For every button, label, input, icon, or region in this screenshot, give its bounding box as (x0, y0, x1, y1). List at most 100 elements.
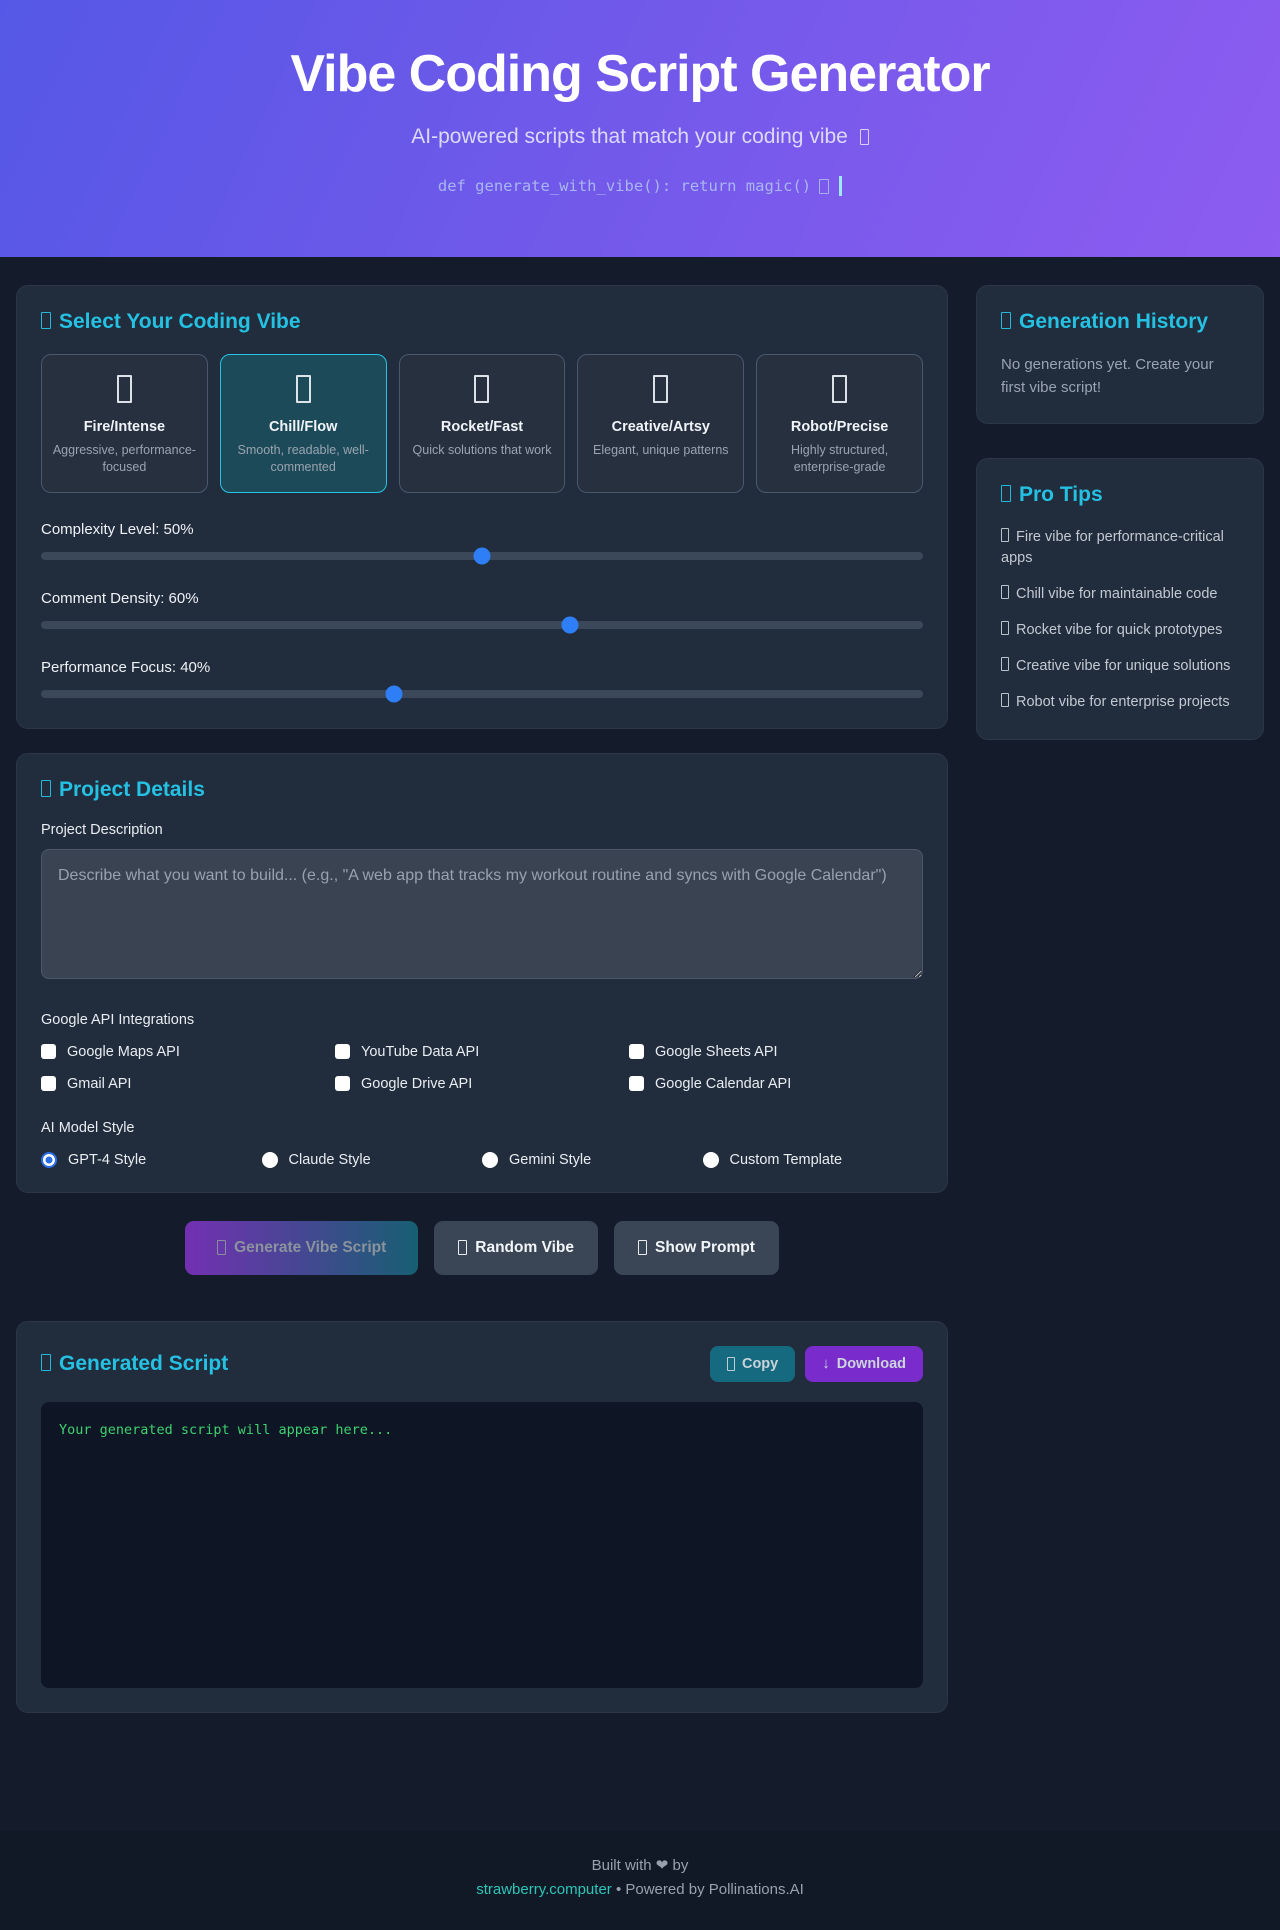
vibe-card-name: Robot/Precise (790, 419, 889, 435)
chill-emoji-icon (1001, 585, 1009, 600)
comment-density-slider-group: Comment Density: 60% (41, 589, 923, 634)
show-prompt-button[interactable]: Show Prompt (614, 1220, 779, 1275)
vibe-card-desc: Highly structured, enterprise-grade (790, 443, 889, 474)
vibe-card-robot[interactable]: Robot/Precise Highly structured, enterpr… (756, 354, 923, 493)
page-footer: Built with ❤ by strawberry.computer • Po… (0, 1830, 1280, 1930)
checkbox-box[interactable] (335, 1076, 350, 1092)
radio-claude-style[interactable]: Claude Style (261, 1151, 483, 1168)
sparkles-emoji-icon (819, 178, 830, 194)
music-note-emoji-icon (217, 1240, 227, 1256)
checkbox-google-maps-api[interactable]: Google Maps API (41, 1044, 335, 1060)
model-style-label: AI Model Style (41, 1119, 135, 1136)
tip-item-creative: Creative vibe for unique solutions (1001, 656, 1239, 677)
music-note-emoji-icon (859, 129, 869, 145)
checkbox-google-calendar-api[interactable]: Google Calendar API (629, 1076, 923, 1092)
checkbox-gmail-api[interactable]: Gmail API (41, 1076, 335, 1092)
radio-circle[interactable] (41, 1151, 57, 1168)
hero-header: Vibe Coding Script Generator AI-powered … (0, 0, 1280, 257)
tip-item-chill: Chill vibe for maintainable code (1001, 584, 1239, 605)
fire-emoji-icon (1001, 528, 1009, 542)
complexity-slider-group: Complexity Level: 50% (41, 521, 923, 565)
project-section-title: Project Details (41, 778, 923, 802)
comment-density-slider[interactable] (41, 616, 923, 634)
history-empty-text: No generations yet. Create your first vi… (1001, 356, 1214, 396)
complexity-slider[interactable] (41, 547, 923, 565)
copy-button[interactable]: Copy (709, 1345, 796, 1382)
scroll-emoji-icon (41, 1353, 51, 1371)
output-section-title: Generated Script (41, 1352, 228, 1376)
radio-label: Claude Style (288, 1151, 371, 1168)
vibe-card-fire[interactable]: Fire/Intense Aggressive, performance-foc… (41, 354, 208, 493)
checkbox-label: Google Drive API (361, 1075, 473, 1092)
generated-script-output[interactable]: Your generated script will appear here..… (41, 1401, 923, 1688)
vibe-card-creative[interactable]: Creative/Artsy Elegant, unique patterns (577, 354, 745, 493)
project-description-input[interactable] (41, 848, 923, 979)
model-style-grid: GPT-4 Style Claude Style Gemini Style Cu… (41, 1151, 924, 1168)
complexity-slider-thumb[interactable] (473, 547, 491, 565)
dice-emoji-icon (458, 1240, 468, 1256)
page-subtitle: AI-powered scripts that match your codin… (0, 125, 1280, 149)
performance-focus-slider[interactable] (41, 685, 923, 703)
checkbox-google-drive-api[interactable]: Google Drive API (335, 1076, 629, 1092)
tip-item-rocket: Rocket vibe for quick prototypes (1001, 620, 1239, 641)
checkbox-box[interactable] (335, 1044, 350, 1060)
radio-label: Custom Template (729, 1151, 843, 1168)
vibe-card-rocket[interactable]: Rocket/Fast Quick solutions that work (398, 354, 566, 493)
checkbox-box[interactable] (41, 1044, 56, 1060)
checkbox-google-sheets-api[interactable]: Google Sheets API (629, 1044, 923, 1060)
clock-emoji-icon (1001, 312, 1011, 329)
generate-vibe-script-button[interactable]: Generate Vibe Script (185, 1220, 419, 1275)
blinking-cursor (839, 176, 843, 196)
vibe-card-desc: Aggressive, performance-focused (52, 443, 196, 474)
chill-emoji-icon (295, 375, 311, 403)
radio-custom-template[interactable]: Custom Template (702, 1151, 924, 1168)
main-column: Select Your Coding Vibe Fire/Intense Agg… (16, 285, 948, 1713)
radio-circle[interactable] (702, 1151, 719, 1168)
generated-script-panel: Generated Script Copy ↓ Download Your ge… (16, 1320, 948, 1713)
palette-emoji-icon (653, 375, 669, 403)
robot-emoji-icon (832, 375, 848, 403)
radio-label: GPT-4 Style (68, 1151, 147, 1168)
tips-list: Fire vibe for performance-critical apps … (1001, 527, 1239, 713)
checkbox-box[interactable] (41, 1076, 56, 1092)
radio-gemini-style[interactable]: Gemini Style (482, 1151, 703, 1168)
vibe-card-desc: Elegant, unique patterns (593, 443, 729, 457)
random-vibe-button[interactable]: Random Vibe (434, 1220, 599, 1275)
performance-focus-slider-thumb[interactable] (385, 685, 403, 703)
radio-circle[interactable] (482, 1151, 498, 1168)
heart-icon: ❤ (655, 1856, 669, 1874)
checkbox-label: YouTube Data API (361, 1043, 480, 1060)
radio-gpt4-style[interactable]: GPT-4 Style (41, 1151, 262, 1168)
radio-circle[interactable] (261, 1151, 278, 1168)
vibe-card-desc: Smooth, readable, well-commented (237, 443, 369, 474)
checkbox-box[interactable] (629, 1076, 644, 1092)
vibe-selector-panel: Select Your Coding Vibe Fire/Intense Agg… (16, 285, 948, 729)
comment-density-slider-label: Comment Density: 60% (41, 589, 199, 607)
project-details-panel: Project Details Project Description Goog… (16, 752, 948, 1193)
history-title: Generation History (1001, 310, 1239, 334)
action-button-row: Generate Vibe Script Random Vibe Show Pr… (16, 1220, 948, 1275)
footer-powered-by: • Powered by Pollinations.AI (615, 1880, 804, 1898)
bulb-emoji-icon (1001, 485, 1011, 502)
pro-tips-panel: Pro Tips Fire vibe for performance-criti… (976, 458, 1264, 741)
checkbox-label: Google Calendar API (655, 1075, 792, 1092)
robot-emoji-icon (1001, 693, 1009, 708)
performance-focus-slider-group: Performance Focus: 40% (41, 658, 923, 703)
comment-density-slider-thumb[interactable] (561, 616, 579, 634)
footer-built-with: Built with ❤ by (591, 1856, 689, 1874)
vibe-card-name: Fire/Intense (83, 419, 166, 435)
checkbox-label: Gmail API (67, 1075, 132, 1092)
checkbox-youtube-data-api[interactable]: YouTube Data API (335, 1044, 629, 1060)
pro-tips-title: Pro Tips (1001, 483, 1239, 507)
download-button[interactable]: ↓ Download (805, 1345, 923, 1382)
vibe-card-chill[interactable]: Chill/Flow Smooth, readable, well-commen… (219, 354, 387, 493)
vibe-card-grid: Fire/Intense Aggressive, performance-foc… (41, 354, 923, 493)
radio-label: Gemini Style (509, 1151, 592, 1168)
eye-emoji-icon (638, 1240, 648, 1256)
tip-item-fire: Fire vibe for performance-critical apps (1001, 528, 1224, 567)
generation-history-panel: Generation History No generations yet. C… (976, 285, 1264, 424)
sidebar: Generation History No generations yet. C… (976, 285, 1264, 774)
strawberry-computer-link[interactable]: strawberry.computer (476, 1881, 612, 1898)
checkbox-box[interactable] (629, 1044, 644, 1060)
performance-focus-slider-label: Performance Focus: 40% (41, 658, 211, 676)
